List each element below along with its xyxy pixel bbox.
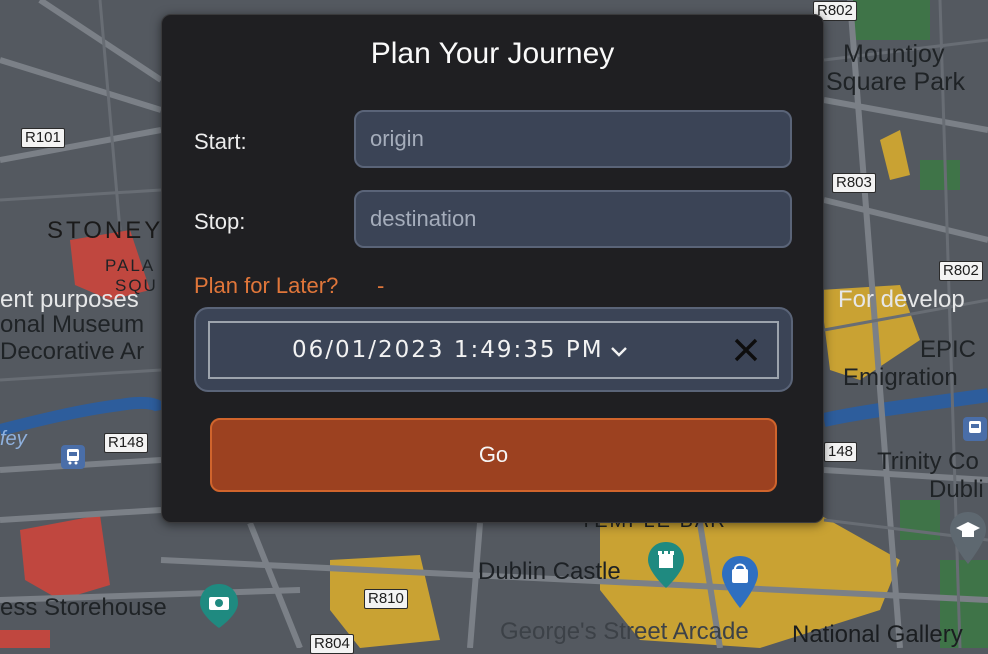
datetime-input[interactable]: 06/01/2023 1:49:35 PM (208, 321, 779, 379)
museum-pin-icon[interactable] (198, 582, 240, 630)
university-pin-icon[interactable] (948, 510, 988, 566)
landmark-area (0, 630, 50, 648)
map-label-dublin-castle: Dublin Castle (478, 558, 621, 585)
go-button[interactable]: Go (210, 418, 777, 492)
map-label-epic: EPIC (920, 336, 977, 363)
plan-later-label: Plan for Later? (194, 273, 339, 298)
road-shield-r148-right: 148 (824, 442, 858, 462)
map-label-trinity: Trinity Co (877, 448, 979, 475)
train-station-icon[interactable] (60, 444, 86, 470)
park-area (850, 0, 930, 40)
close-icon[interactable] (732, 336, 760, 364)
map-label-national-gallery: National Gallery (792, 621, 963, 648)
shopping-pin-icon[interactable] (720, 554, 760, 610)
map-label-onal-museum: onal Museum (0, 311, 145, 338)
map-label-storehouse: ess Storehouse (0, 594, 167, 621)
start-label: Start: (194, 129, 247, 154)
map-label-dubli: Dubli (929, 476, 984, 503)
map-label-decorative-ar: Decorative Ar (0, 338, 145, 365)
map-label-stoney: STONEY (47, 217, 164, 244)
map-label-emigration: Emigration (843, 364, 958, 391)
stop-label: Stop: (194, 209, 246, 234)
map-label-georges-arcade: George's Street Arcade (500, 618, 749, 645)
map-label-for-develop: For develop (838, 286, 965, 313)
map-label-river: fey (0, 428, 27, 450)
road-shield-r804: R804 (310, 634, 354, 654)
map-label-square-park: Square Park (826, 68, 965, 96)
map-label-pala: PALA (105, 256, 156, 275)
plan-journey-dialog: Plan Your Journey Start: Stop: Plan for … (161, 14, 824, 523)
chevron-down-icon[interactable] (609, 341, 629, 361)
road-shield-r802-right: R802 (939, 261, 983, 281)
stop-destination-input[interactable] (354, 190, 792, 248)
dialog-title: Plan Your Journey (370, 37, 615, 70)
road-shield-r803: R803 (832, 173, 876, 193)
datetime-container: 06/01/2023 1:49:35 PM (194, 307, 793, 392)
road-shield-r810: R810 (364, 589, 408, 609)
train-station-icon[interactable] (962, 416, 988, 442)
map-label-ent-purposes: ent purposes (0, 286, 139, 313)
datetime-value: 06/01/2023 1:49:35 PM (292, 337, 604, 363)
road-shield-r101: R101 (21, 128, 65, 148)
map-label-mountjoy: Mountjoy (843, 40, 945, 68)
plan-later-toggle[interactable]: - (377, 273, 384, 299)
road-shield-r148: R148 (104, 433, 148, 453)
park-area (920, 160, 960, 190)
castle-pin-icon[interactable] (646, 540, 686, 590)
start-origin-input[interactable] (354, 110, 792, 168)
